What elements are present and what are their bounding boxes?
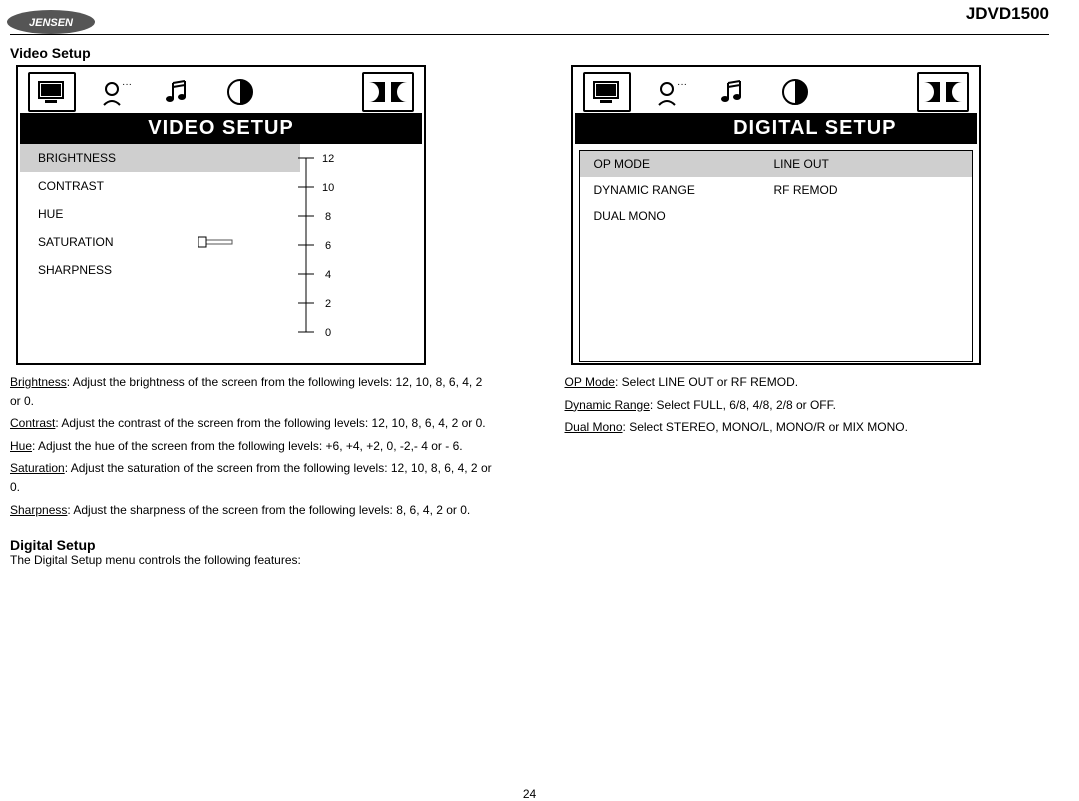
menu-item-sharpness[interactable]: SHARPNESS xyxy=(20,256,300,284)
menu-item-brightness[interactable]: BRIGHTNESS xyxy=(20,144,300,172)
contrast-icon xyxy=(218,74,262,110)
menu-item-hue[interactable]: HUE xyxy=(20,200,300,228)
brand-logo: JENSEN xyxy=(6,9,96,38)
page-number: 24 xyxy=(10,787,1049,801)
svg-text:4: 4 xyxy=(325,269,331,281)
menu-item-dual-mono[interactable]: DUAL MONO xyxy=(580,203,972,229)
svg-text:2: 2 xyxy=(325,298,331,310)
digital-setup-title: DIGITAL SETUP xyxy=(575,113,977,144)
svg-text:JENSEN: JENSEN xyxy=(29,17,74,29)
saturation-slider[interactable] xyxy=(198,236,236,248)
svg-text:6: 6 xyxy=(325,240,331,252)
menu-item-opmode[interactable]: OP MODE LINE OUT xyxy=(580,151,972,177)
monitor-icon xyxy=(28,72,76,112)
digital-setup-sub: The Digital Setup menu controls the foll… xyxy=(10,553,495,567)
svg-text:10: 10 xyxy=(322,182,334,194)
model-number: JDVD1500 xyxy=(966,4,1049,24)
svg-text:0: 0 xyxy=(325,327,331,339)
menu-item-saturation[interactable]: SATURATION xyxy=(20,228,300,256)
menu-item-contrast[interactable]: CONTRAST xyxy=(20,172,300,200)
digital-setup-heading: Digital Setup xyxy=(10,537,495,553)
svg-text:8: 8 xyxy=(325,211,331,223)
svg-text:···: ··· xyxy=(677,79,687,90)
monitor-icon xyxy=(583,72,631,112)
digital-setup-panel: ··· DIGITAL SETUP OP MODE LINE OUT xyxy=(571,65,981,365)
music-icon xyxy=(156,74,200,110)
music-icon xyxy=(711,74,755,110)
svg-text:12: 12 xyxy=(322,153,334,165)
digital-desc: OP Mode: Select LINE OUT or RF REMOD. Dy… xyxy=(565,373,1050,437)
value-scale: 12 10 8 6 4 2 0 xyxy=(298,152,348,345)
video-setup-title: VIDEO SETUP xyxy=(20,113,422,144)
video-desc: Brightness: Adjust the brightness of the… xyxy=(10,373,495,519)
menu-item-dynamic-range[interactable]: DYNAMIC RANGE RF REMOD xyxy=(580,177,972,203)
person-icon: ··· xyxy=(94,74,138,110)
contrast-icon xyxy=(773,74,817,110)
dolby-icon xyxy=(917,72,969,112)
video-setup-heading: Video Setup xyxy=(10,45,495,61)
video-setup-panel: ··· VIDEO SETUP BRIGHTNESS CONTRAST HUE xyxy=(16,65,426,365)
svg-text:···: ··· xyxy=(122,79,132,90)
dolby-icon xyxy=(362,72,414,112)
person-icon: ··· xyxy=(649,74,693,110)
